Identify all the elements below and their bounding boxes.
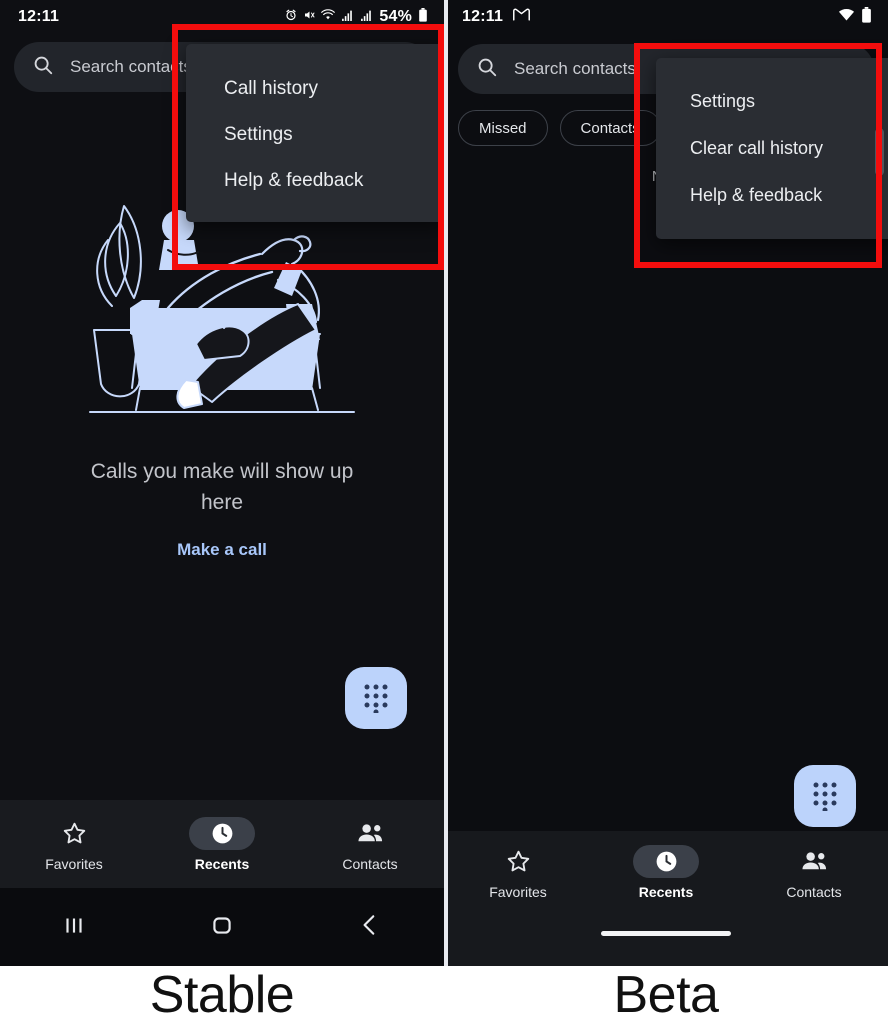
clock-icon — [656, 851, 676, 871]
stable-overflow-menu[interactable]: Call history Settings Help & feedback — [186, 44, 444, 222]
beta-bottom-nav: Favorites Recents Contacts — [444, 831, 888, 913]
favorites-pill — [485, 845, 551, 878]
status-bar-right — [838, 6, 872, 28]
recents-pill — [633, 844, 699, 878]
nav-label-contacts: Contacts — [786, 883, 842, 900]
menu-item-settings[interactable]: Settings — [186, 112, 444, 158]
caption-row: Stable Beta — [0, 966, 888, 1024]
stable-bottom-nav: Favorites Recents Contacts — [0, 800, 444, 888]
menu-item-help-feedback[interactable]: Help & feedback — [656, 172, 888, 219]
wifi-icon — [838, 8, 855, 27]
stable-status-bar: 12:11 54% — [0, 0, 444, 34]
back-button[interactable] — [357, 912, 383, 943]
mute-icon — [303, 8, 315, 26]
menu-item-settings[interactable]: Settings — [656, 78, 888, 125]
search-placeholder: Search contacts — [514, 59, 636, 78]
nav-label-favorites: Favorites — [489, 883, 547, 900]
caption-beta: Beta — [613, 966, 719, 1024]
search-icon — [476, 56, 498, 83]
nav-label-favorites: Favorites — [45, 855, 103, 872]
recents-pill — [189, 816, 255, 850]
status-bar-right: 54% — [285, 7, 428, 27]
filter-chip-contacts[interactable]: Contacts — [559, 110, 661, 146]
beta-phone-screen: 12:11 Search contacts Missed Contacts Fa… — [444, 0, 888, 966]
star-icon — [507, 850, 529, 871]
contacts-pill — [337, 817, 403, 850]
nav-item-favorites[interactable]: Favorites — [444, 831, 592, 913]
make-a-call-link[interactable]: Make a call — [0, 540, 444, 560]
search-placeholder: Search contacts — [70, 57, 192, 76]
battery-icon — [861, 6, 872, 28]
caption-stable: Stable — [149, 966, 295, 1024]
search-icon — [32, 54, 54, 81]
menu-item-clear-call-history[interactable]: Clear call history — [656, 125, 888, 172]
status-bar-left: 12:11 — [18, 8, 59, 26]
beta-overflow-menu[interactable]: Settings Clear call history Help & feedb… — [656, 58, 888, 239]
dialpad-icon — [364, 684, 388, 713]
nav-label-contacts: Contacts — [342, 855, 398, 872]
status-time: 12:11 — [18, 8, 60, 25]
gmail-icon — [513, 8, 531, 26]
phone-screenshots-row: 12:11 54% Search contacts Calls you make… — [0, 0, 888, 966]
nav-item-recents[interactable]: Recents — [148, 800, 296, 888]
person-on-couch-illustration — [89, 205, 355, 413]
menu-item-call-history[interactable]: Call history — [186, 66, 444, 112]
home-button[interactable] — [209, 912, 235, 943]
menu-item-help-feedback[interactable]: Help & feedback — [186, 158, 444, 204]
signal-icon — [341, 8, 354, 26]
empty-state-title: Calls you make will show up here — [90, 460, 354, 514]
wifi-icon — [321, 8, 336, 26]
nav-label-recents: Recents — [638, 883, 694, 900]
nav-item-contacts[interactable]: Contacts — [296, 800, 444, 888]
dialpad-icon — [813, 782, 837, 811]
stable-phone-screen: 12:11 54% Search contacts Calls you make… — [0, 0, 444, 966]
gesture-home-pill[interactable] — [601, 931, 731, 936]
nav-item-recents[interactable]: Recents — [592, 831, 740, 913]
nav-label-recents: Recents — [194, 855, 250, 872]
empty-state-illustration-wrap — [0, 188, 444, 418]
panel-divider — [444, 0, 448, 966]
beta-status-bar: 12:11 — [444, 0, 888, 34]
people-icon — [801, 851, 826, 869]
status-bar-left: 12:11 — [462, 8, 531, 26]
dialpad-fab-button[interactable] — [345, 667, 407, 729]
comparison-figure: 12:11 54% Search contacts Calls you make… — [0, 0, 888, 1024]
signal-icon — [360, 8, 373, 26]
nav-item-favorites[interactable]: Favorites — [0, 800, 148, 888]
dialpad-fab-button[interactable] — [794, 765, 856, 827]
scrollbar-thumb[interactable] — [875, 128, 884, 176]
favorites-pill — [41, 817, 107, 850]
nav-item-contacts[interactable]: Contacts — [740, 831, 888, 913]
filter-chip-missed[interactable]: Missed — [458, 110, 548, 146]
people-icon — [357, 823, 382, 841]
battery-percent-label: 54% — [379, 8, 412, 25]
status-time: 12:11 — [462, 8, 504, 25]
recents-button[interactable] — [61, 912, 87, 943]
battery-icon — [418, 7, 428, 27]
clock-icon — [212, 823, 232, 843]
contacts-pill — [781, 845, 847, 878]
stable-system-nav — [0, 888, 444, 966]
star-icon — [63, 822, 85, 843]
beta-system-nav — [444, 913, 888, 966]
alarm-icon — [285, 8, 297, 26]
